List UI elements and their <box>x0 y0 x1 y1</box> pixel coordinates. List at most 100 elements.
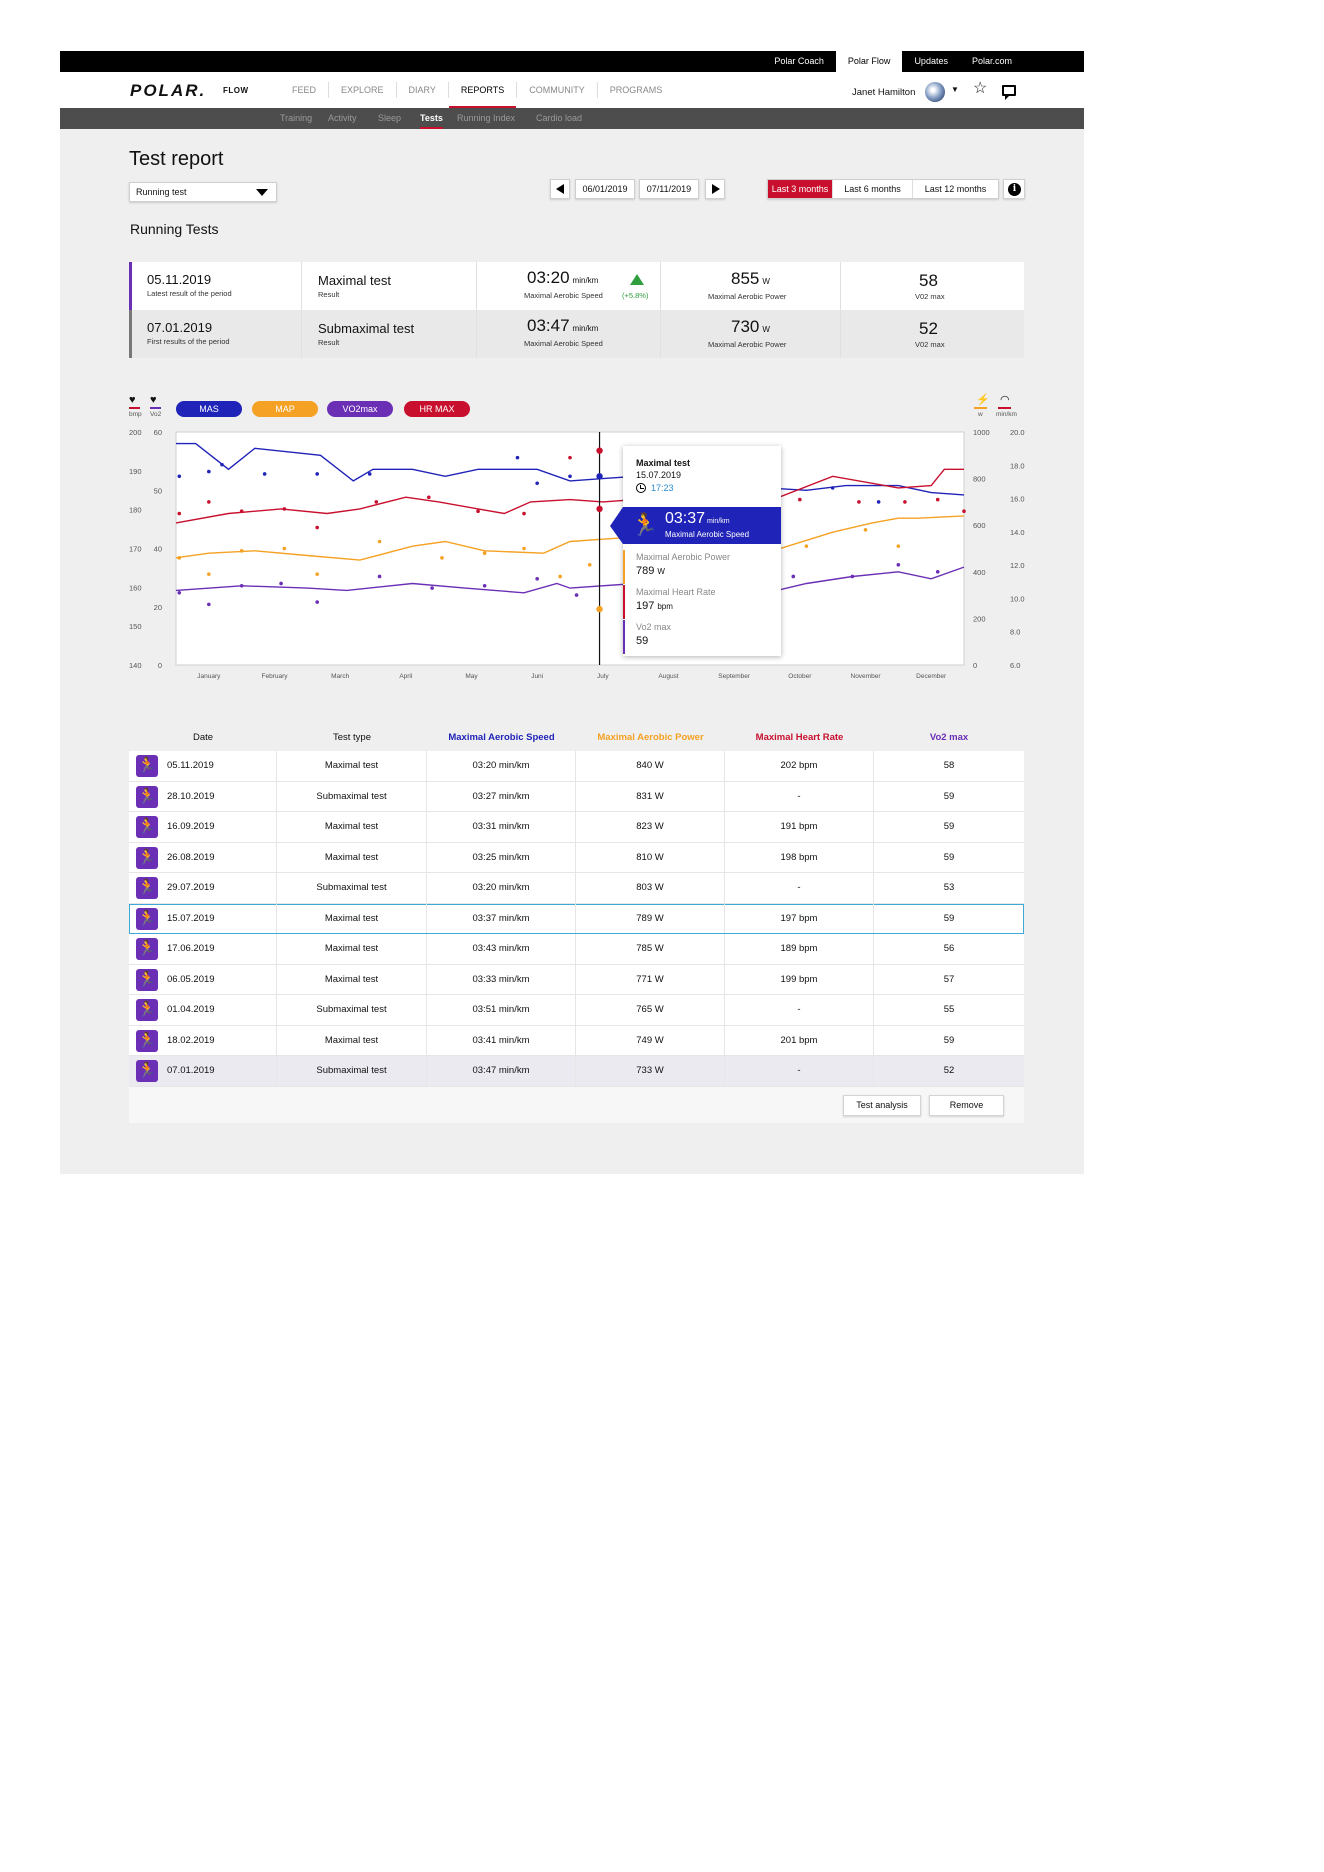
remove-button[interactable]: Remove <box>929 1094 1004 1116</box>
topbar-link-updates[interactable]: Updates <box>902 51 960 72</box>
data-point-map[interactable] <box>896 544 901 548</box>
data-point-vo2max[interactable] <box>482 583 487 588</box>
table-row[interactable]: 🏃 06.05.2019 Maximal test 03:33 min/km 771 W… <box>129 964 1024 995</box>
data-point-hr-max[interactable] <box>207 500 211 504</box>
nav-programs[interactable]: PROGRAMS <box>598 82 675 98</box>
topbar-link-polar-coach[interactable]: Polar Coach <box>762 51 836 72</box>
data-point-vo2max[interactable] <box>896 563 901 567</box>
table-row[interactable]: 🏃 15.07.2019 Maximal test 03:37 min/km 789 W… <box>129 903 1024 934</box>
data-point-vo2max[interactable] <box>850 574 855 579</box>
data-point-map[interactable] <box>558 574 562 579</box>
data-point-mas[interactable] <box>876 500 881 504</box>
column-header[interactable]: Maximal Heart Rate <box>725 726 874 750</box>
data-point-hr-max[interactable] <box>374 500 379 504</box>
data-point-map[interactable] <box>377 539 382 544</box>
data-point-vo2max[interactable] <box>574 593 579 597</box>
data-point-hr-max[interactable] <box>568 455 572 460</box>
subnav-cardio-load[interactable]: Cardio load <box>536 108 582 129</box>
data-point-mas[interactable] <box>262 472 267 476</box>
chat-icon[interactable] <box>1002 85 1016 100</box>
legend-pill-map[interactable]: MAP <box>252 401 318 417</box>
cursor-point[interactable] <box>596 505 603 513</box>
data-point-map[interactable] <box>804 544 809 548</box>
data-point-hr-max[interactable] <box>239 509 244 514</box>
data-point-map[interactable] <box>282 546 287 551</box>
table-row[interactable]: 🏃 17.06.2019 Maximal test 03:43 min/km 785 W… <box>129 934 1024 965</box>
data-point-mas[interactable] <box>177 474 182 479</box>
data-point-map[interactable] <box>522 546 526 551</box>
table-row[interactable]: 🏃 16.09.2019 Maximal test 03:31 min/km 823 W… <box>129 812 1024 843</box>
data-point-map[interactable] <box>177 556 182 560</box>
data-point-map[interactable] <box>587 563 592 567</box>
nav-diary[interactable]: DIARY <box>397 82 449 98</box>
data-point-mas[interactable] <box>315 472 319 476</box>
cursor-point[interactable] <box>596 605 603 613</box>
subnav-training[interactable]: Training <box>280 108 312 129</box>
column-header[interactable]: Date <box>129 726 277 750</box>
data-point-map[interactable] <box>440 556 444 560</box>
nav-feed[interactable]: FEED <box>280 82 330 98</box>
table-row[interactable]: 🏃 18.02.2019 Maximal test 03:41 min/km 749 W… <box>129 1025 1024 1056</box>
data-point-mas[interactable] <box>515 455 520 460</box>
test-analysis-button[interactable]: Test analysis <box>843 1094 921 1116</box>
nav-community[interactable]: COMMUNITY <box>517 82 598 98</box>
nav-explore[interactable]: EXPLORE <box>329 82 397 98</box>
topbar-link-polar-com[interactable]: Polar.com <box>960 51 1024 72</box>
data-point-mas[interactable] <box>535 481 539 486</box>
data-point-vo2max[interactable] <box>377 574 382 579</box>
data-point-mas[interactable] <box>568 474 572 479</box>
summary-row[interactable]: 07.01.2019 First results of the period Sub… <box>129 310 1024 358</box>
date-from-field[interactable]: 06/01/2019 <box>575 179 635 199</box>
data-point-hr-max[interactable] <box>282 507 287 511</box>
column-header[interactable]: Test type <box>277 726 427 750</box>
subnav-activity[interactable]: Activity <box>328 108 357 129</box>
date-to-field[interactable]: 07/11/2019 <box>639 179 699 199</box>
data-point-hr-max[interactable] <box>427 495 431 500</box>
data-point-hr-max[interactable] <box>903 500 907 504</box>
data-point-hr-max[interactable] <box>798 497 802 502</box>
table-row[interactable]: 🏃 29.07.2019 Submaximal test 03:20 min/km 80… <box>129 873 1024 904</box>
data-point-vo2max[interactable] <box>239 583 244 588</box>
data-point-vo2max[interactable] <box>315 600 319 604</box>
chevron-down-icon[interactable]: ▼ <box>951 85 959 94</box>
table-row[interactable]: 🏃 26.08.2019 Maximal test 03:25 min/km 810 W… <box>129 842 1024 873</box>
range-last-6-months[interactable]: Last 6 months <box>832 180 912 198</box>
data-point-map[interactable] <box>315 572 319 576</box>
summary-row[interactable]: 05.11.2019 Latest result of the period Max… <box>129 262 1024 310</box>
data-point-mas[interactable] <box>367 472 372 476</box>
data-point-vo2max[interactable] <box>935 570 940 574</box>
column-header[interactable]: Maximal Aerobic Power <box>576 726 725 750</box>
column-header[interactable]: Maximal Aerobic Speed <box>427 726 576 750</box>
range-last-12-months[interactable]: Last 12 months <box>912 180 998 198</box>
data-point-hr-max[interactable] <box>177 511 182 516</box>
data-point-hr-max[interactable] <box>315 525 319 530</box>
data-point-vo2max[interactable] <box>177 590 182 595</box>
prev-period-button[interactable] <box>550 179 570 199</box>
table-row[interactable]: 🏃 28.10.2019 Submaximal test 03:27 min/km 83… <box>129 781 1024 812</box>
data-point-hr-max[interactable] <box>522 511 526 516</box>
info-button[interactable]: i <box>1003 179 1025 199</box>
data-point-map[interactable] <box>207 572 211 576</box>
data-point-mas[interactable] <box>830 486 835 490</box>
data-point-map[interactable] <box>863 528 868 532</box>
legend-pill-hrmax[interactable]: HR MAX <box>404 401 470 417</box>
table-row[interactable]: 🏃 07.01.2019 Submaximal test 03:47 min/km 73… <box>129 1056 1024 1087</box>
data-point-vo2max[interactable] <box>430 586 434 590</box>
table-row[interactable]: 🏃 01.04.2019 Submaximal test 03:51 min/km 76… <box>129 995 1024 1026</box>
subnav-running-index[interactable]: Running Index <box>457 108 515 129</box>
data-point-hr-max[interactable] <box>476 509 480 514</box>
data-point-vo2max[interactable] <box>791 574 796 579</box>
nav-reports[interactable]: REPORTS <box>448 82 518 108</box>
topbar-link-polar-flow[interactable]: Polar Flow <box>835 51 903 72</box>
data-point-map[interactable] <box>239 549 244 553</box>
legend-pill-mas[interactable]: MAS <box>176 401 242 417</box>
user-name[interactable]: Janet Hamilton <box>852 87 915 98</box>
cursor-point[interactable] <box>596 473 603 480</box>
data-point-vo2max[interactable] <box>207 602 211 607</box>
star-icon[interactable]: ☆ <box>973 80 987 98</box>
table-row[interactable]: 🏃 05.11.2019 Maximal test 03:20 min/km 840 W… <box>129 751 1024 782</box>
data-point-vo2max[interactable] <box>279 581 283 586</box>
range-last-3-months[interactable]: Last 3 months <box>768 180 832 198</box>
subnav-sleep[interactable]: Sleep <box>378 108 401 129</box>
data-point-vo2max[interactable] <box>535 576 539 581</box>
